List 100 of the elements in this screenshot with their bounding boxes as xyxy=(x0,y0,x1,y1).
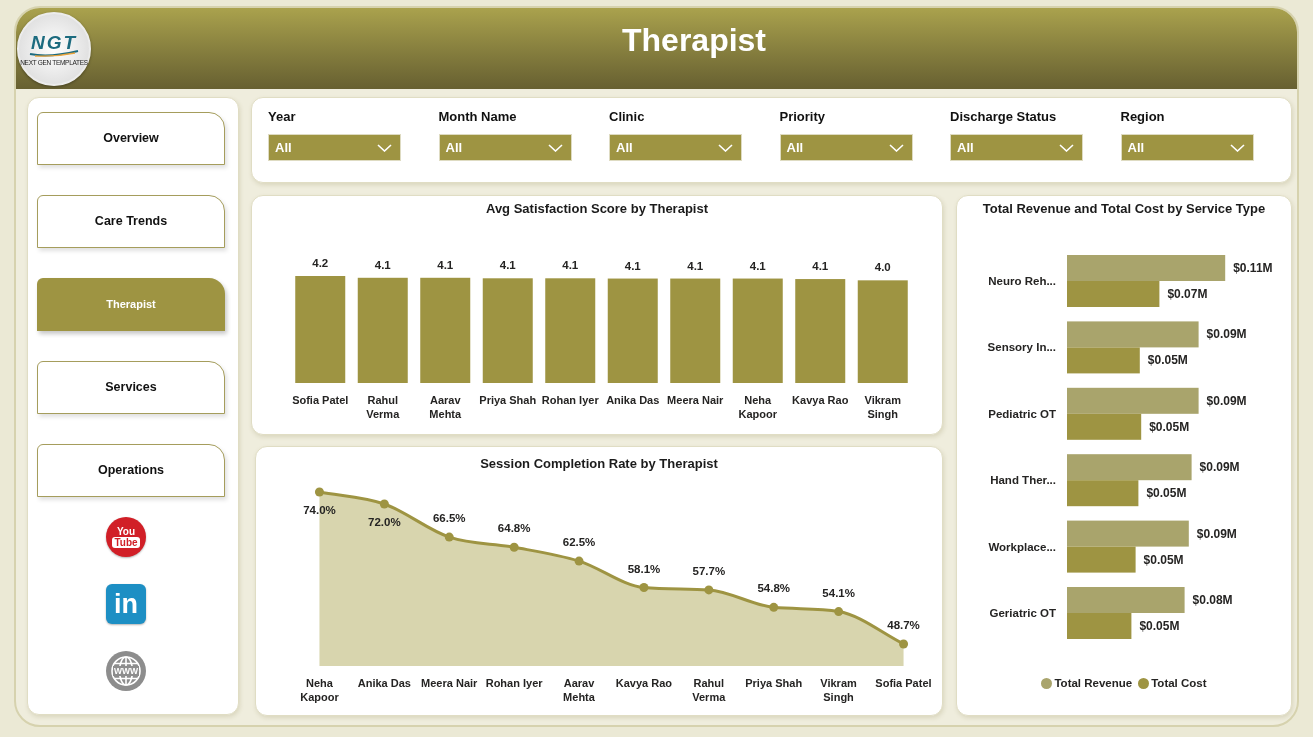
legend-label: Total Revenue xyxy=(1054,676,1133,690)
value-label: 66.5% xyxy=(432,512,466,525)
axis-label: Priya Shah xyxy=(479,393,537,408)
data-point xyxy=(444,532,454,542)
value-label: 64.8% xyxy=(497,522,531,535)
axis-label: Rahul Verma xyxy=(365,393,401,421)
data-point xyxy=(704,585,714,595)
youtube-link[interactable]: You Tube xyxy=(106,517,146,557)
axis-label: Vikram Singh xyxy=(863,393,902,421)
axis-label: Rohan Iyer xyxy=(541,393,599,408)
chevron-down-icon xyxy=(718,143,733,152)
axis-label: Anika Das xyxy=(357,676,411,691)
axis-label: Kavya Rao xyxy=(792,393,849,408)
filter-label: Priority xyxy=(779,108,825,126)
category-label: Pediatric OT xyxy=(988,407,1056,420)
filter-dropdown[interactable]: All xyxy=(779,134,913,161)
value-label: 4.2 xyxy=(312,257,329,269)
value-label: 4.1 xyxy=(499,259,516,272)
value-label: 62.5% xyxy=(562,536,596,549)
swoosh-icon xyxy=(29,49,79,57)
value-label: $0.09M xyxy=(1199,460,1240,475)
nav-button[interactable]: Overview xyxy=(37,112,225,165)
data-point xyxy=(314,487,324,497)
data-point xyxy=(639,583,649,593)
value-label: $0.09M xyxy=(1196,526,1237,541)
filter-dropdown[interactable]: All xyxy=(1120,134,1254,161)
data-point xyxy=(574,556,584,566)
category-label: Neuro Reh... xyxy=(988,275,1056,287)
value-label: 48.7% xyxy=(887,619,920,631)
value-label: 54.1% xyxy=(822,586,855,599)
value-label: 4.0 xyxy=(874,261,891,274)
value-label: 4.1 xyxy=(624,259,641,272)
axis-label: Aarav Mehta xyxy=(428,393,463,421)
nav-button[interactable]: Services xyxy=(37,361,225,414)
data-point xyxy=(769,602,779,612)
filter-label: Year xyxy=(268,108,296,126)
axis-label: Aarav Mehta xyxy=(562,676,596,704)
filter-dropdown[interactable]: All xyxy=(268,134,401,161)
value-label: 74.0% xyxy=(303,504,336,516)
filter-label: Region xyxy=(1120,108,1165,126)
value-label: 72.0% xyxy=(368,516,401,528)
data-point xyxy=(509,542,519,552)
value-label: $0.05M xyxy=(1143,552,1184,567)
value-label: $0.09M xyxy=(1206,393,1247,408)
axis-label: Neha Kapoor xyxy=(299,676,340,704)
axis-label: Meera Nair xyxy=(667,393,724,408)
value-label: 4.1 xyxy=(812,260,829,273)
axis-label: Neha Kapoor xyxy=(737,393,778,421)
filter-label: Clinic xyxy=(609,108,645,126)
filter-dropdown[interactable]: All xyxy=(950,134,1083,161)
nav-button[interactable]: Care Trends xyxy=(37,195,225,248)
axis-label: Kavya Rao xyxy=(615,676,673,691)
category-label: Geriatric OT xyxy=(989,607,1056,619)
nav-button[interactable]: Therapist xyxy=(37,278,225,331)
chevron-down-icon xyxy=(377,143,392,152)
value-label: 4.1 xyxy=(749,259,766,272)
value-label: $0.05M xyxy=(1147,353,1188,368)
axis-label: Anika Das xyxy=(606,393,660,408)
category-label: Workplace... xyxy=(988,540,1056,553)
category-label: Hand Ther... xyxy=(990,474,1056,487)
value-label: 4.1 xyxy=(562,259,579,272)
data-point xyxy=(899,639,909,649)
axis-label: Rahul Verma xyxy=(691,676,727,704)
value-label: 58.1% xyxy=(627,562,661,575)
value-label: 54.8% xyxy=(757,582,791,595)
chart-title: Avg Satisfaction Score by Therapist xyxy=(486,201,708,217)
data-point xyxy=(379,499,389,509)
axis-label: Meera Nair xyxy=(421,676,478,691)
value-label: $0.07M xyxy=(1167,287,1208,301)
filter-dropdown[interactable]: All xyxy=(438,134,572,161)
legend-label: Total Cost xyxy=(1151,676,1207,690)
chevron-down-icon xyxy=(888,143,904,152)
value-label: $0.11M xyxy=(1233,261,1273,275)
filter-label: Discharge Status xyxy=(950,108,1057,126)
value-label: $0.05M xyxy=(1139,619,1180,633)
axis-label: Vikram Singh xyxy=(819,676,858,704)
page-title: Therapist xyxy=(621,20,767,59)
filter-label: Month Name xyxy=(438,108,517,126)
linkedin-link[interactable]: in xyxy=(106,584,146,624)
value-label: 4.1 xyxy=(437,258,454,271)
value-label: $0.05M xyxy=(1149,419,1190,434)
value-label: $0.08M xyxy=(1192,593,1233,607)
website-link[interactable]: WWW xyxy=(106,651,146,691)
logo-text: NGT xyxy=(30,32,78,53)
data-point xyxy=(834,607,844,617)
value-label: $0.09M xyxy=(1206,327,1247,342)
chevron-down-icon xyxy=(1059,143,1074,152)
chevron-down-icon xyxy=(547,143,563,152)
chart-title: Session Completion Rate by Therapist xyxy=(480,456,718,472)
nav-button[interactable]: Operations xyxy=(37,444,225,497)
value-label: $0.05M xyxy=(1146,486,1187,501)
value-label: 4.1 xyxy=(687,259,704,272)
category-label: Sensory In... xyxy=(987,341,1056,354)
chart-title: Total Revenue and Total Cost by Service Type xyxy=(982,201,1266,217)
value-label: 57.7% xyxy=(692,564,726,577)
axis-label: Rohan Iyer xyxy=(485,676,543,691)
axis-label: Sofia Patel xyxy=(292,393,349,408)
filter-dropdown[interactable]: All xyxy=(609,134,742,161)
chevron-down-icon xyxy=(1229,143,1245,152)
value-label: 4.1 xyxy=(374,258,391,271)
